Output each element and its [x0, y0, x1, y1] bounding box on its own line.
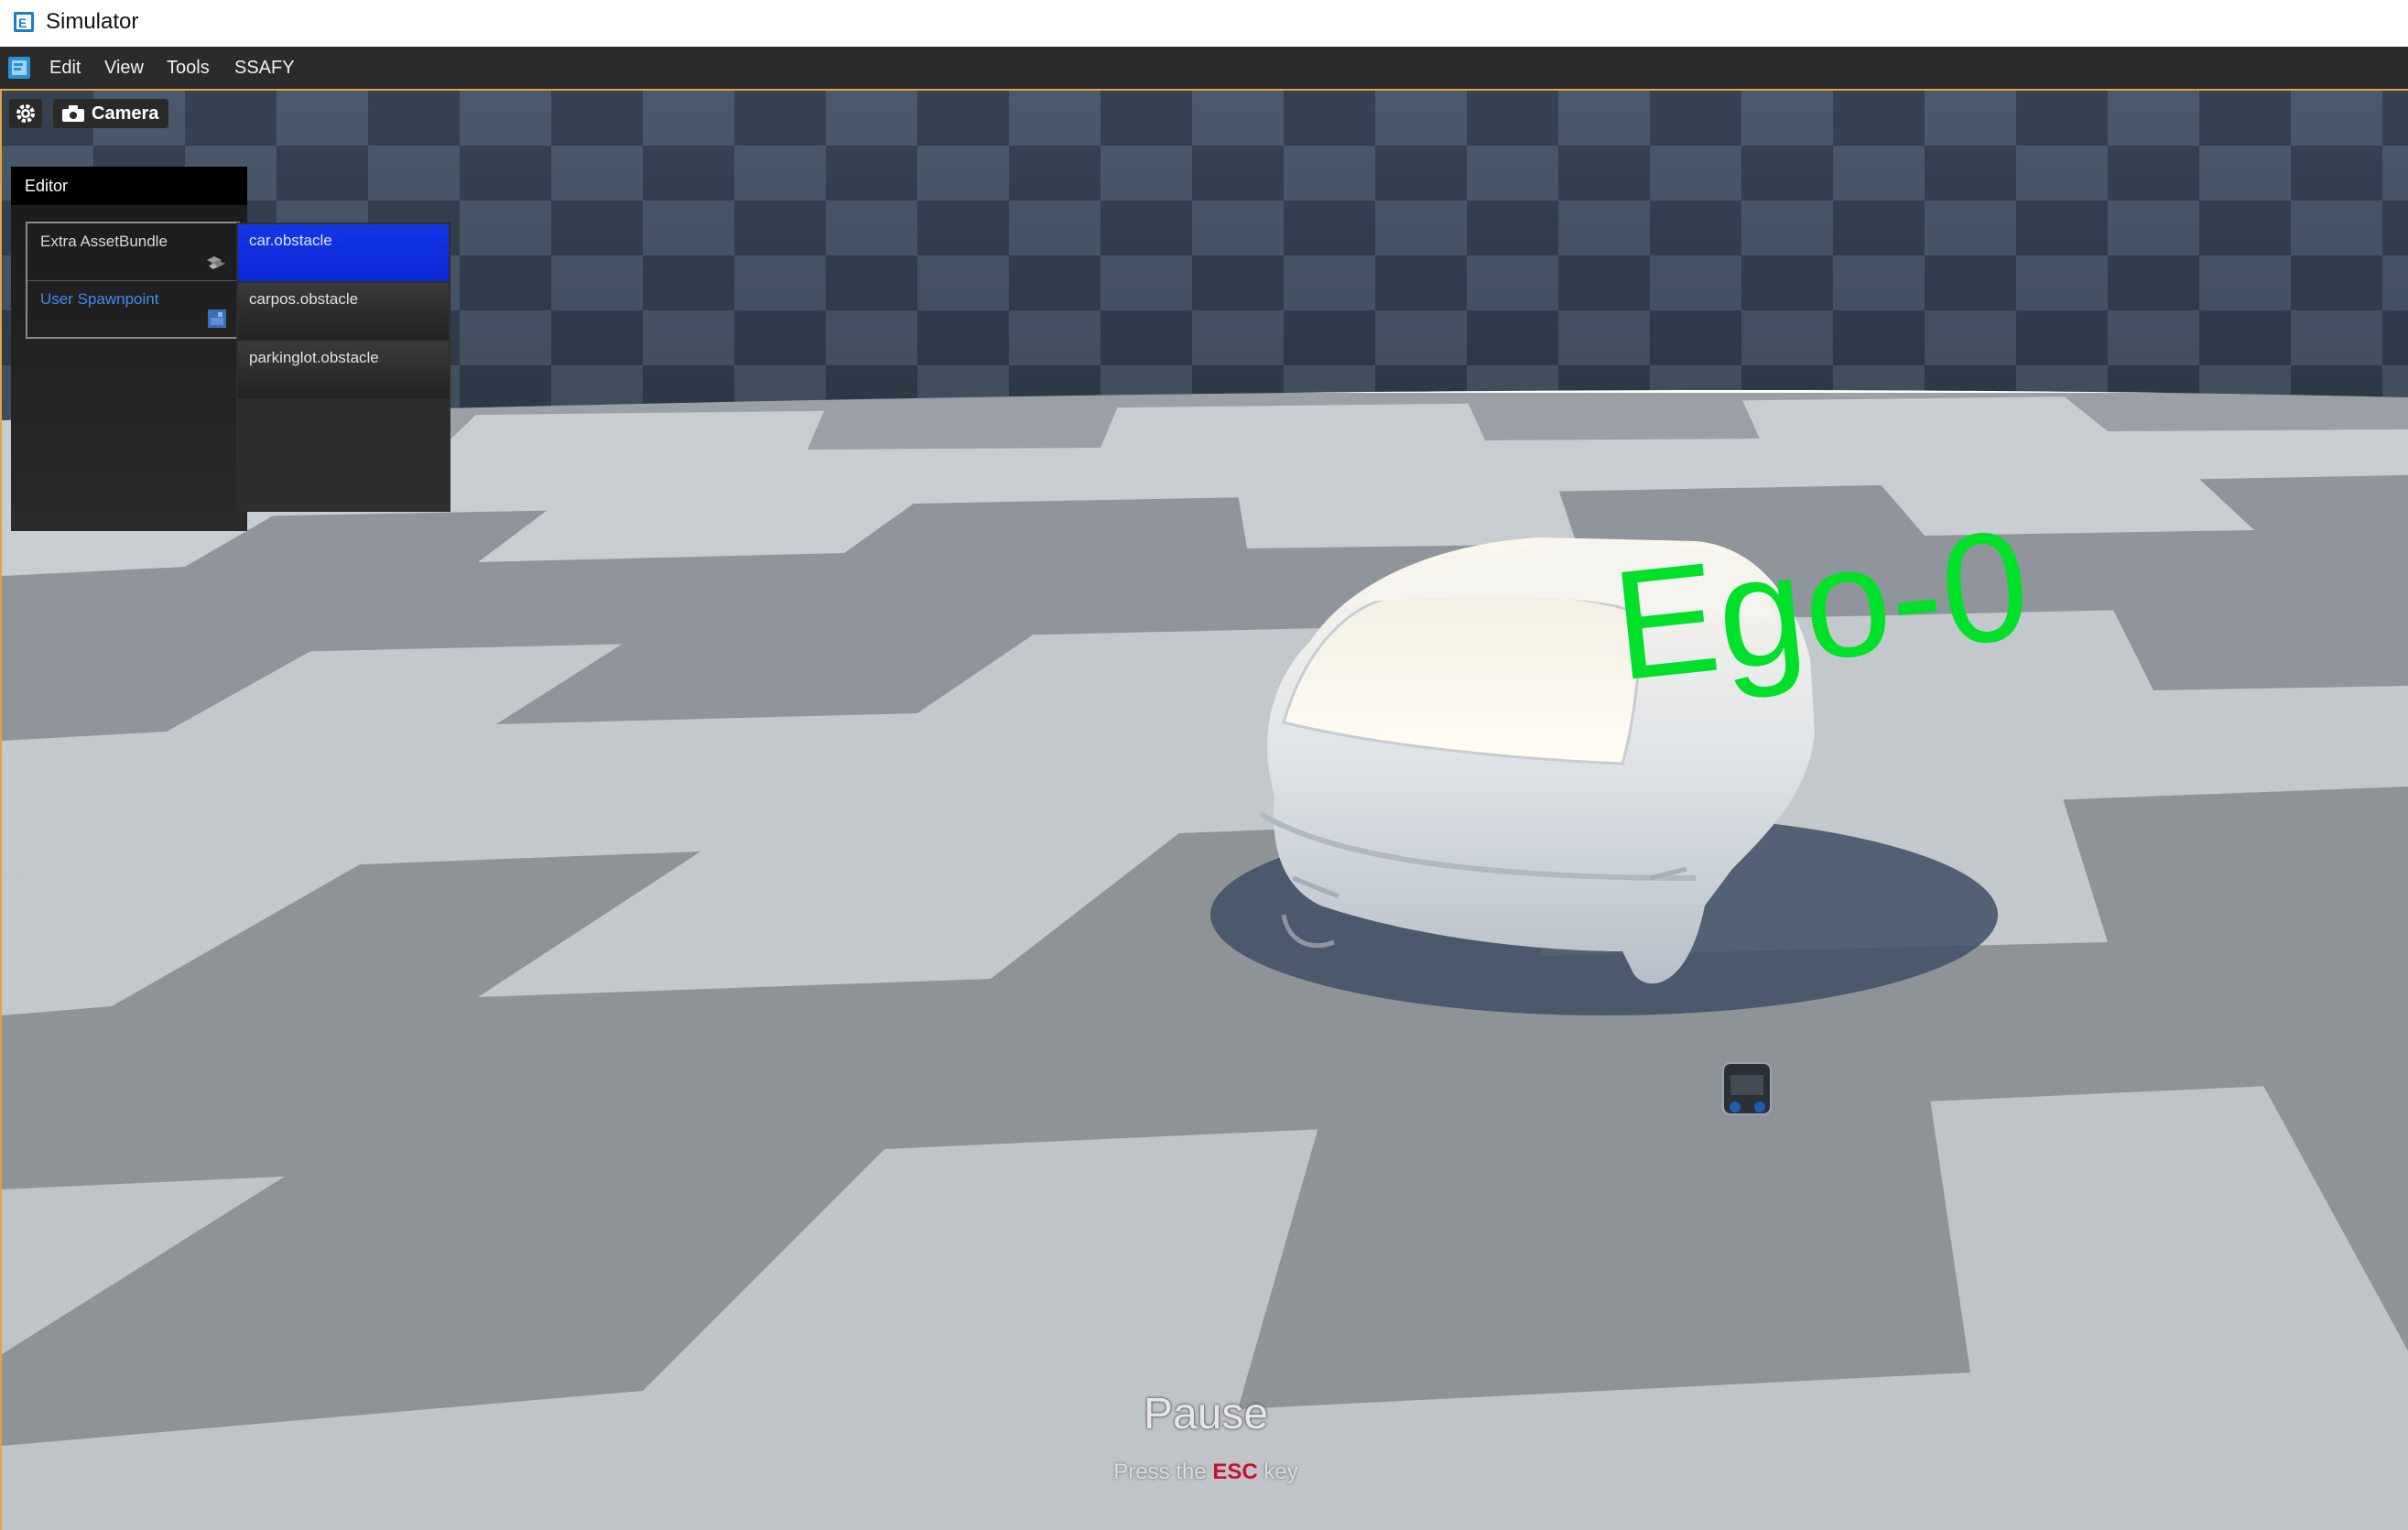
- menu-view[interactable]: View: [95, 47, 153, 89]
- app-menu-icon[interactable]: [7, 56, 31, 80]
- app-icon: E: [14, 12, 34, 32]
- editor-item-label: Extra AssetBundle: [40, 233, 168, 250]
- obstacle-item-car[interactable]: car.obstacle: [238, 224, 449, 281]
- gear-icon: [16, 104, 35, 123]
- editor-item-label: User Spawnpoint: [40, 290, 159, 308]
- menu-tools[interactable]: Tools: [157, 47, 219, 89]
- title-bar: E Simulator: [0, 0, 2408, 47]
- floor-checker: [2, 393, 2408, 1530]
- camera-button[interactable]: Camera: [53, 99, 168, 128]
- editor-list: Extra AssetBundle User Spawnpoint: [26, 222, 240, 339]
- obstacle-item-carpos[interactable]: carpos.obstacle: [238, 283, 449, 340]
- camera-icon: [62, 105, 84, 122]
- obstacle-item-parkinglot[interactable]: parkinglot.obstacle: [238, 342, 449, 398]
- small-robot: [1722, 1062, 1772, 1115]
- obstacle-dropdown: car.obstacle carpos.obstacle parkinglot.…: [236, 222, 450, 512]
- svg-text:E: E: [18, 16, 27, 30]
- spawnpoint-icon: [208, 309, 226, 328]
- esc-key-label: ESC: [1212, 1459, 1258, 1484]
- menu-bar: Edit View Tools SSAFY: [0, 47, 2408, 89]
- obstacle-item-label: carpos.obstacle: [249, 290, 359, 308]
- pause-hint: Press the ESC key: [2, 1459, 2408, 1485]
- window-title: Simulator: [46, 9, 139, 34]
- editor-item-extra-assetbundle[interactable]: Extra AssetBundle: [27, 223, 240, 281]
- pause-title: Pause: [1143, 1390, 1269, 1438]
- obstacle-item-label: car.obstacle: [249, 232, 332, 249]
- settings-button[interactable]: [9, 99, 42, 128]
- asset-bundle-icon: [207, 256, 225, 269]
- editor-item-user-spawnpoint[interactable]: User Spawnpoint: [27, 281, 240, 338]
- editor-title: Editor: [11, 167, 247, 205]
- pause-hint-prefix: Press the: [1113, 1459, 1207, 1484]
- camera-label: Camera: [92, 103, 159, 124]
- editor-panel: Editor Extra AssetBundle User Spawnpoint: [11, 167, 247, 531]
- pause-hint-suffix: key: [1264, 1459, 1298, 1484]
- menu-ssafy[interactable]: SSAFY: [225, 47, 304, 89]
- menu-edit[interactable]: Edit: [40, 47, 90, 89]
- obstacle-item-label: parkinglot.obstacle: [249, 349, 379, 366]
- simulation-viewport[interactable]: Ego-0 Camera Editor Extra AssetBundle Us…: [0, 89, 2408, 1530]
